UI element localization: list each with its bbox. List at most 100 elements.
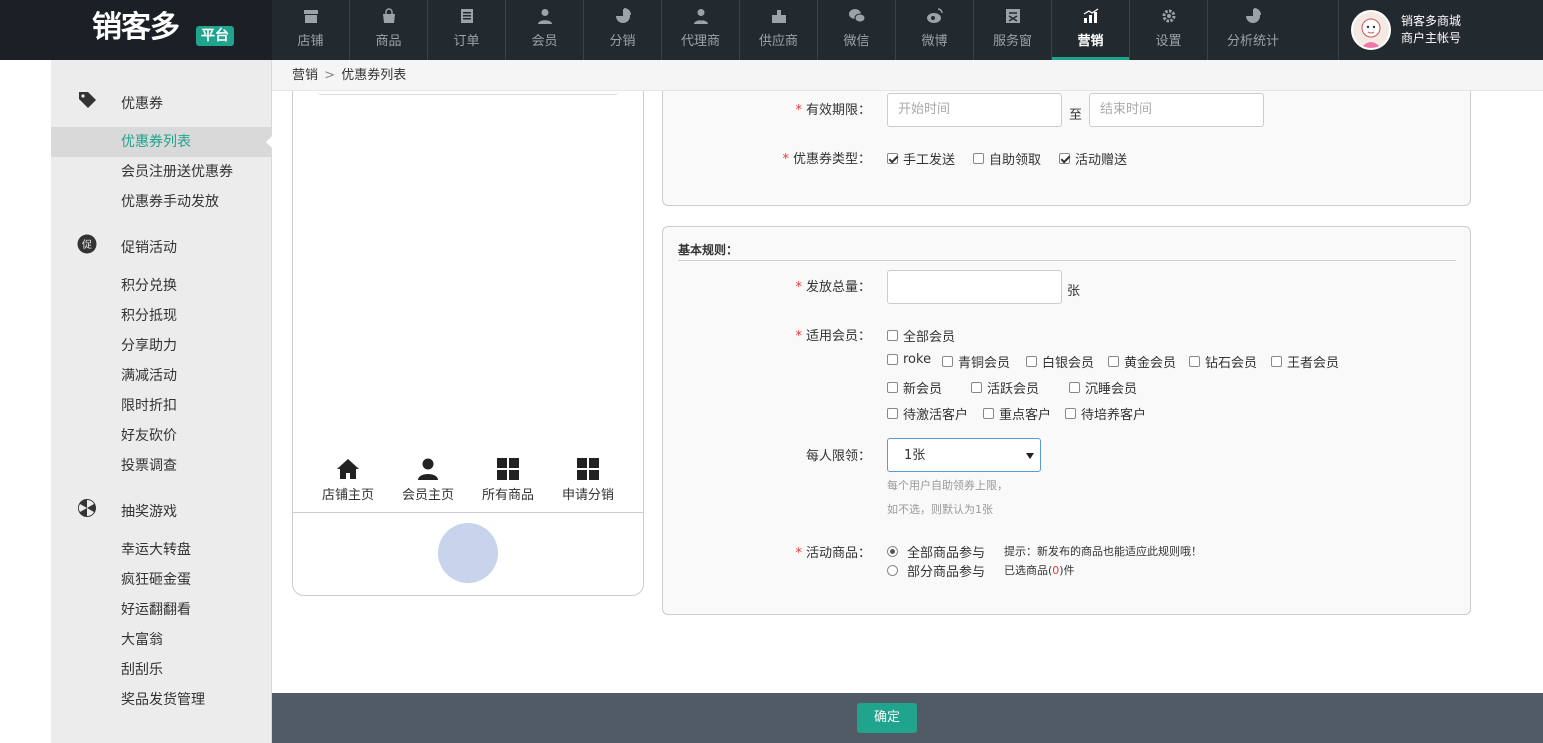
sidebar-item-bargain[interactable]: 好友砍价 <box>51 421 272 451</box>
products-all-radio[interactable]: 全部商品参与 <box>887 542 985 561</box>
limit-label: 每人限领： <box>805 449 871 464</box>
breadcrumb-parent[interactable]: 营销 <box>292 68 318 83</box>
member-all-checkbox[interactable]: 全部会员 <box>887 326 955 345</box>
grid-icon <box>497 458 519 480</box>
sidebar-item-prize-shipping[interactable]: 奖品发货管理 <box>51 685 272 715</box>
divider <box>678 260 1456 261</box>
limit-selected-value: 1张 <box>904 448 926 463</box>
nav-item-marketing[interactable]: 营销 <box>1052 0 1130 60</box>
account-type: 商户主帐号 <box>1401 31 1462 45</box>
nav-label: 设置 <box>1155 34 1182 49</box>
chevron-down-icon <box>1026 453 1034 459</box>
member-silver-checkbox[interactable]: 白银会员 <box>1026 352 1094 371</box>
member-pending-activation-checkbox[interactable]: 待激活客户 <box>887 404 968 423</box>
coupon-type-self-claim-checkbox[interactable]: 自助领取 <box>973 149 1041 168</box>
gear-icon <box>1162 9 1175 23</box>
nav-item-agents[interactable]: 代理商 <box>662 0 740 60</box>
sidebar-item-golden-egg[interactable]: 疯狂砸金蛋 <box>51 565 272 595</box>
limit-select[interactable]: 1张 <box>887 438 1041 472</box>
nav-label: 营销 <box>1077 34 1104 49</box>
sidebar-item-lucky-wheel[interactable]: 幸运大转盘 <box>51 535 272 565</box>
home-icon <box>337 459 359 479</box>
total-quantity-input[interactable] <box>887 270 1062 304</box>
phone-nav-label: 所有商品 <box>481 488 534 503</box>
nav-item-wechat[interactable]: 微信 <box>818 0 896 60</box>
phone-nav-apply-distribution[interactable]: 申请分销 <box>548 456 628 512</box>
member-bronze-checkbox[interactable]: 青铜会员 <box>942 352 1010 371</box>
to-label: 至 <box>1069 108 1083 123</box>
sidebar-item-manual-coupon[interactable]: 优惠券手动发放 <box>51 187 272 217</box>
coupon-preview-strip <box>317 91 619 95</box>
svg-text:促: 促 <box>82 238 92 251</box>
products-partial-radio[interactable]: 部分商品参与 <box>887 561 985 580</box>
avatar <box>1351 10 1391 50</box>
nav-label: 服务窗 <box>992 34 1032 49</box>
phone-nav-home[interactable]: 店铺主页 <box>308 456 388 512</box>
weibo-icon <box>926 8 943 23</box>
basic-rules-title: 基本规则： <box>678 243 739 257</box>
wechat-icon <box>848 9 865 23</box>
nav-item-service-window[interactable]: 服务窗 <box>974 0 1052 60</box>
sidebar-item-register-coupon[interactable]: 会员注册送优惠券 <box>51 157 272 187</box>
sidebar-item-full-reduction[interactable]: 满减活动 <box>51 361 272 391</box>
sidebar-group-promotions: 促 促销活动 <box>51 231 272 261</box>
phone-nav-label: 申请分销 <box>561 488 614 503</box>
service-icon <box>1005 9 1020 23</box>
nav-item-suppliers[interactable]: 供应商 <box>740 0 818 60</box>
end-time-input[interactable]: 结束时间 <box>1089 93 1264 127</box>
member-key-customer-checkbox[interactable]: 重点客户 <box>983 404 1051 423</box>
coupon-type-manual-checkbox[interactable]: 手工发送 <box>887 149 955 168</box>
sidebar-group-lottery: 抽奖游戏 <box>51 495 272 525</box>
brand-logo[interactable]: 销客多 平台 <box>0 0 272 60</box>
nav-label: 微博 <box>921 34 948 49</box>
sidebar-item-scratch-card[interactable]: 刮刮乐 <box>51 655 272 685</box>
member-active-checkbox[interactable]: 活跃会员 <box>971 378 1039 397</box>
start-time-input[interactable]: 开始时间 <box>887 93 1062 127</box>
member-diamond-checkbox[interactable]: 钻石会员 <box>1189 352 1257 371</box>
nav-item-members[interactable]: 会员 <box>506 0 584 60</box>
phone-nav-member[interactable]: 会员主页 <box>388 456 468 512</box>
confirm-button[interactable]: 确定 <box>857 703 917 733</box>
coupon-type-label: * 优惠券类型： <box>782 152 871 167</box>
sidebar-group-label: 促销活动 <box>121 240 177 256</box>
sidebar-item-flash-discount[interactable]: 限时折扣 <box>51 391 272 421</box>
sidebar-item-monopoly[interactable]: 大富翁 <box>51 625 272 655</box>
nav-item-shop[interactable]: 店铺 <box>272 0 350 60</box>
sidebar-item-points-cash[interactable]: 积分抵现 <box>51 301 272 331</box>
nav-item-settings[interactable]: 设置 <box>1130 0 1208 60</box>
nav-item-distribution[interactable]: 分销 <box>584 0 662 60</box>
sidebar-item-vote[interactable]: 投票调查 <box>51 451 272 481</box>
unit-label: 张 <box>1067 284 1081 299</box>
nav-item-analytics[interactable]: 分析统计 <box>1208 0 1298 60</box>
analytics-pie-icon <box>1246 8 1261 23</box>
nav-item-orders[interactable]: 订单 <box>428 0 506 60</box>
member-king-checkbox[interactable]: 王者会员 <box>1271 352 1339 371</box>
sidebar-item-flip-cards[interactable]: 好运翻翻看 <box>51 595 272 625</box>
agent-icon <box>693 9 708 24</box>
sidebar-item-coupon-list[interactable]: 优惠券列表 <box>51 127 273 157</box>
limit-hint-1: 每个用户自助领券上限， <box>887 479 1008 492</box>
breadcrumb-separator: > <box>324 68 336 83</box>
products-label: * 活动商品： <box>795 546 871 561</box>
nav-item-goods[interactable]: 商品 <box>350 0 428 60</box>
member-roke-checkbox[interactable]: roke <box>887 352 931 367</box>
member-gold-checkbox[interactable]: 黄金会员 <box>1108 352 1176 371</box>
nav-item-weibo[interactable]: 微博 <box>896 0 974 60</box>
member-new-checkbox[interactable]: 新会员 <box>887 378 942 397</box>
nav-label: 分析统计 <box>1226 34 1279 49</box>
limit-hint-2: 如不选，则默认为1张 <box>887 503 993 516</box>
sidebar-group-label: 抽奖游戏 <box>121 504 177 520</box>
sidebar-item-points-exchange[interactable]: 积分兑换 <box>51 271 272 301</box>
nav-label: 店铺 <box>297 34 324 49</box>
members-label: * 适用会员： <box>795 329 871 344</box>
member-nurture-checkbox[interactable]: 待培养客户 <box>1065 404 1146 423</box>
user-menu[interactable]: 销客多商城 商户主帐号 <box>1338 0 1543 60</box>
phone-nav-all-goods[interactable]: 所有商品 <box>468 456 548 512</box>
member-dormant-checkbox[interactable]: 沉睡会员 <box>1069 378 1137 397</box>
grid-icon <box>577 458 599 480</box>
phone-home-button[interactable] <box>438 523 498 583</box>
coupon-type-activity-gift-checkbox[interactable]: 活动赠送 <box>1059 149 1127 168</box>
coupon-icon <box>79 92 96 108</box>
bag-icon <box>382 8 395 23</box>
sidebar-item-share-boost[interactable]: 分享助力 <box>51 331 272 361</box>
